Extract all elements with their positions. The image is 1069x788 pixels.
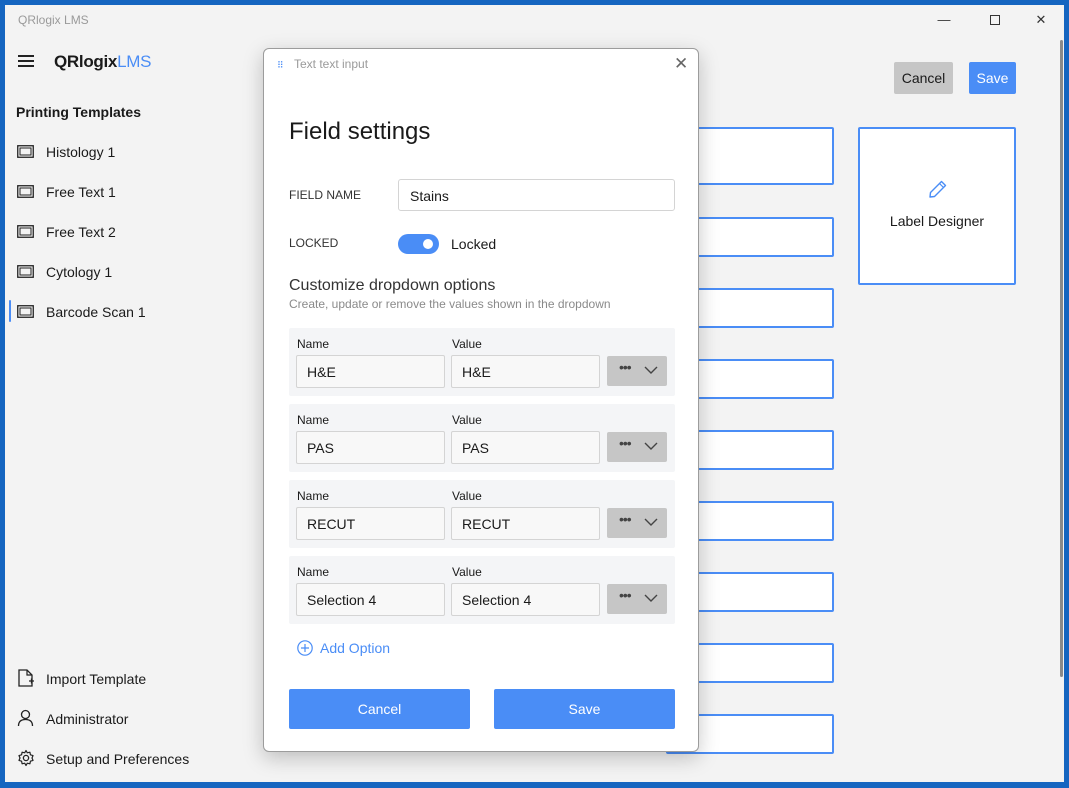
field-name-input[interactable]: Stains bbox=[398, 179, 675, 211]
chevron-down-icon bbox=[644, 442, 658, 450]
customize-options-title: Customize dropdown options bbox=[289, 277, 496, 294]
option-name-input[interactable]: Selection 4 bbox=[296, 583, 445, 616]
more-icon: ••• bbox=[619, 435, 632, 451]
sidebar-item-label: Cytology 1 bbox=[46, 264, 113, 280]
more-icon: ••• bbox=[619, 359, 632, 375]
template-icon bbox=[17, 225, 34, 238]
import-file-icon bbox=[18, 669, 34, 687]
dialog-save-button[interactable]: Save bbox=[494, 689, 675, 729]
option-value-input[interactable]: RECUT bbox=[451, 507, 600, 540]
value-caption: Value bbox=[452, 489, 482, 503]
scrollbar[interactable] bbox=[1060, 40, 1063, 677]
label-designer-label: Label Designer bbox=[889, 213, 985, 229]
option-name-input[interactable]: RECUT bbox=[296, 507, 445, 540]
value-caption: Value bbox=[452, 413, 482, 427]
app-window: QRlogix LMS — ✕ QRlogixLMS Printing Temp… bbox=[5, 5, 1064, 782]
dialog-title: Text text input bbox=[294, 57, 369, 71]
text-input-icon: ⠿ bbox=[277, 60, 284, 70]
hamburger-menu-icon[interactable] bbox=[18, 55, 34, 67]
more-icon: ••• bbox=[619, 587, 632, 603]
sidebar-item-label: Histology 1 bbox=[46, 144, 116, 160]
toggle-knob bbox=[423, 239, 433, 249]
minimize-button[interactable]: — bbox=[934, 11, 954, 29]
dialog-close-button[interactable]: ✕ bbox=[674, 54, 688, 74]
sidebar-item-label: Free Text 1 bbox=[46, 184, 116, 200]
sidebar-item-label: Barcode Scan 1 bbox=[46, 304, 146, 320]
printing-templates-heading: Printing Templates bbox=[16, 104, 141, 120]
locked-toggle[interactable] bbox=[398, 234, 439, 254]
option-value-input[interactable]: Selection 4 bbox=[451, 583, 600, 616]
chevron-down-icon bbox=[644, 366, 658, 374]
add-option-label: Add Option bbox=[320, 640, 391, 656]
chevron-down-icon bbox=[644, 594, 658, 602]
name-caption: Name bbox=[297, 413, 330, 427]
sidebar-item-barcode-scan-1[interactable]: Barcode Scan 1 bbox=[5, 296, 236, 328]
dropdown-option-row: Name Value H&E H&E ••• bbox=[289, 328, 675, 396]
option-menu-button[interactable]: ••• bbox=[607, 584, 667, 614]
option-menu-button[interactable]: ••• bbox=[607, 508, 667, 538]
option-name-input[interactable]: PAS bbox=[296, 431, 445, 464]
pencil-icon bbox=[929, 180, 947, 198]
add-circle-icon bbox=[297, 640, 313, 656]
user-icon bbox=[17, 709, 34, 727]
option-menu-button[interactable]: ••• bbox=[607, 356, 667, 386]
more-icon: ••• bbox=[619, 511, 632, 527]
option-name-input[interactable]: H&E bbox=[296, 355, 445, 388]
gear-icon bbox=[18, 749, 34, 767]
template-icon bbox=[17, 305, 34, 318]
sidebar-item-label: Setup and Preferences bbox=[46, 751, 190, 767]
sidebar-item-import-template[interactable]: Import Template bbox=[5, 663, 236, 695]
sidebar-item-cytology-1[interactable]: Cytology 1 bbox=[5, 256, 236, 288]
save-button[interactable]: Save bbox=[969, 62, 1016, 94]
name-caption: Name bbox=[297, 489, 330, 503]
option-menu-button[interactable]: ••• bbox=[607, 432, 667, 462]
value-caption: Value bbox=[452, 337, 482, 351]
template-icon bbox=[17, 265, 34, 278]
sidebar-item-administrator[interactable]: Administrator bbox=[5, 703, 236, 735]
dropdown-option-row: Name Value PAS PAS ••• bbox=[289, 404, 675, 472]
dropdown-option-row: Name Value RECUT RECUT ••• bbox=[289, 480, 675, 548]
locked-state-text: Locked bbox=[451, 236, 497, 252]
dialog-cancel-button[interactable]: Cancel bbox=[289, 689, 470, 729]
sidebar-item-label: Administrator bbox=[46, 711, 129, 727]
customize-options-subtitle: Create, update or remove the values show… bbox=[289, 297, 611, 311]
cancel-button[interactable]: Cancel bbox=[894, 62, 953, 94]
option-value-input[interactable]: H&E bbox=[451, 355, 600, 388]
title-bar: QRlogix LMS — ✕ bbox=[5, 5, 1064, 35]
sidebar-item-histology-1[interactable]: Histology 1 bbox=[5, 136, 236, 168]
field-name-label: FIELD NAME bbox=[289, 188, 362, 202]
sidebar: QRlogixLMS Printing Templates Histology … bbox=[5, 35, 236, 782]
sidebar-item-free-text-1[interactable]: Free Text 1 bbox=[5, 176, 236, 208]
sidebar-item-setup-and-preferences[interactable]: Setup and Preferences bbox=[5, 743, 236, 775]
sidebar-item-label: Import Template bbox=[46, 671, 147, 687]
sidebar-item-label: Free Text 2 bbox=[46, 224, 116, 240]
sidebar-item-free-text-2[interactable]: Free Text 2 bbox=[5, 216, 236, 248]
dialog-heading: Field settings bbox=[289, 118, 431, 145]
maximize-button[interactable] bbox=[985, 11, 1005, 29]
template-icon bbox=[17, 185, 34, 198]
label-designer-card[interactable]: Label Designer bbox=[858, 127, 1016, 285]
app-logo: QRlogixLMS bbox=[54, 52, 152, 71]
name-caption: Name bbox=[297, 565, 330, 579]
template-icon bbox=[17, 145, 34, 158]
window-title: QRlogix LMS bbox=[18, 13, 89, 27]
value-caption: Value bbox=[452, 565, 482, 579]
dropdown-option-row: Name Value Selection 4 Selection 4 ••• bbox=[289, 556, 675, 624]
field-settings-dialog: ⠿ Text text input ✕ Field settings FIELD… bbox=[263, 48, 699, 752]
chevron-down-icon bbox=[644, 518, 658, 526]
option-value-input[interactable]: PAS bbox=[451, 431, 600, 464]
selection-indicator bbox=[9, 300, 11, 322]
name-caption: Name bbox=[297, 337, 330, 351]
close-window-button[interactable]: ✕ bbox=[1031, 11, 1051, 29]
maximize-icon bbox=[990, 15, 1000, 25]
locked-label: LOCKED bbox=[289, 236, 339, 250]
